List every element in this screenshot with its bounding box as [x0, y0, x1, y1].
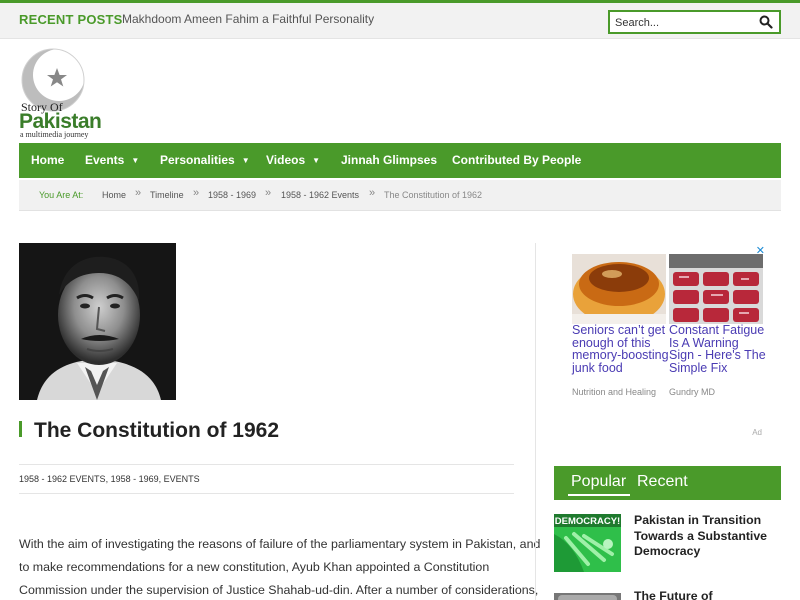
ad-source-2: Gundry MD [669, 387, 716, 397]
nav-item-personalities[interactable]: Personalities ▼ [160, 143, 250, 178]
active-tab-indicator [568, 494, 630, 496]
ad-headline-1[interactable]: Seniors can’t get enough of this memory-… [572, 324, 670, 374]
breadcrumb-separator: » [265, 187, 272, 199]
main-nav: Home Events ▼ Personalities ▼ Videos ▼ Jinn… [19, 143, 781, 178]
breadcrumb: You Are At: Home » Timeline » 1958 - 196… [19, 180, 781, 211]
ad-headline-2[interactable]: Constant Fatigue Is A Warning Sign - Her… [669, 324, 767, 374]
breadcrumb-1958-1969[interactable]: 1958 - 1969 [208, 190, 256, 200]
nav-item-label: Videos [266, 153, 306, 167]
nav-item-jinnah-glimpses[interactable]: Jinnah Glimpses [341, 143, 437, 178]
divider [19, 493, 514, 494]
sidebar-tabs: Popular Recent [554, 466, 781, 500]
breadcrumb-1958-1962-events[interactable]: 1958 - 1962 Events [281, 190, 359, 200]
breadcrumb-timeline[interactable]: Timeline [150, 190, 184, 200]
logo-tagline: a multimedia journey [20, 130, 89, 139]
ad-source-1: Nutrition and Healing [572, 387, 657, 397]
tab-recent[interactable]: Recent [637, 473, 688, 491]
popular-post-title[interactable]: Pakistan in Transition Towards a Substan… [634, 513, 784, 560]
title-accent [19, 421, 22, 437]
breadcrumb-home[interactable]: Home [102, 190, 126, 200]
article-categories: 1958 - 1962 EVENTS, 1958 - 1969, EVENTS [19, 474, 200, 484]
nav-item-label: Personalities [160, 153, 235, 167]
category-link-1958-1969[interactable]: 1958 - 1969 [111, 474, 159, 484]
nav-item-label: Events [85, 153, 125, 167]
nav-item-label: Jinnah Glimpses [341, 153, 438, 167]
search-box [608, 10, 781, 34]
column-divider [535, 243, 536, 600]
search-icon[interactable] [759, 15, 773, 29]
ad-label: Ad [752, 428, 762, 437]
thumbnail-caption: DEMOCRACY! [555, 516, 620, 527]
category-link-1958-1962-events[interactable]: 1958 - 1962 EVENTS [19, 474, 106, 484]
nav-item-home[interactable]: Home [31, 143, 64, 178]
chevron-down-icon: ▼ [131, 156, 140, 165]
category-link-events[interactable]: EVENTS [164, 474, 200, 484]
article-featured-image [19, 243, 176, 400]
ad-image-2[interactable] [669, 254, 763, 324]
nav-item-contributed[interactable]: Contributed By People [452, 143, 581, 178]
search-input[interactable] [615, 15, 755, 31]
breadcrumb-separator: » [369, 187, 376, 199]
chevron-down-icon: ▼ [241, 156, 250, 165]
breadcrumb-label: You Are At: [39, 190, 84, 200]
top-bar: RECENT POSTS Makhdoom Ameen Fahim a Fait… [0, 3, 800, 39]
breadcrumb-separator: » [193, 187, 200, 199]
nav-item-label: Home [31, 153, 65, 167]
popular-post-thumbnail[interactable]: DEMOCRACY! [554, 514, 621, 572]
breadcrumb-current: The Constitution of 1962 [384, 190, 483, 200]
article-line: Commission under the supervision of Just… [19, 583, 539, 597]
divider [19, 464, 514, 465]
popular-post-thumbnail[interactable] [554, 590, 621, 600]
ad-widget: ✕ Seniors can’t get enough of this memor… [570, 244, 766, 440]
recent-posts-label: RECENT POSTS [19, 12, 123, 27]
breadcrumb-separator: » [135, 187, 142, 199]
article-line: With the aim of investigating the reason… [19, 537, 541, 551]
popular-post-title[interactable]: The Future of [634, 589, 784, 600]
site-logo[interactable]: Story Of Pakistan a multimedia journey [19, 46, 102, 139]
article-line: to make recommendations for a new consti… [19, 560, 490, 574]
page-title: The Constitution of 1962 [34, 419, 280, 442]
tab-popular[interactable]: Popular [571, 473, 626, 491]
nav-item-events[interactable]: Events ▼ [85, 143, 139, 178]
recent-post-link[interactable]: Makhdoom Ameen Fahim a Faithful Personal… [122, 12, 374, 26]
nav-item-videos[interactable]: Videos ▼ [266, 143, 320, 178]
article-body: With the aim of investigating the reason… [19, 533, 541, 600]
chevron-down-icon: ▼ [312, 156, 321, 165]
nav-item-label: Contributed By People [452, 153, 582, 167]
ad-image-1[interactable] [572, 254, 666, 324]
